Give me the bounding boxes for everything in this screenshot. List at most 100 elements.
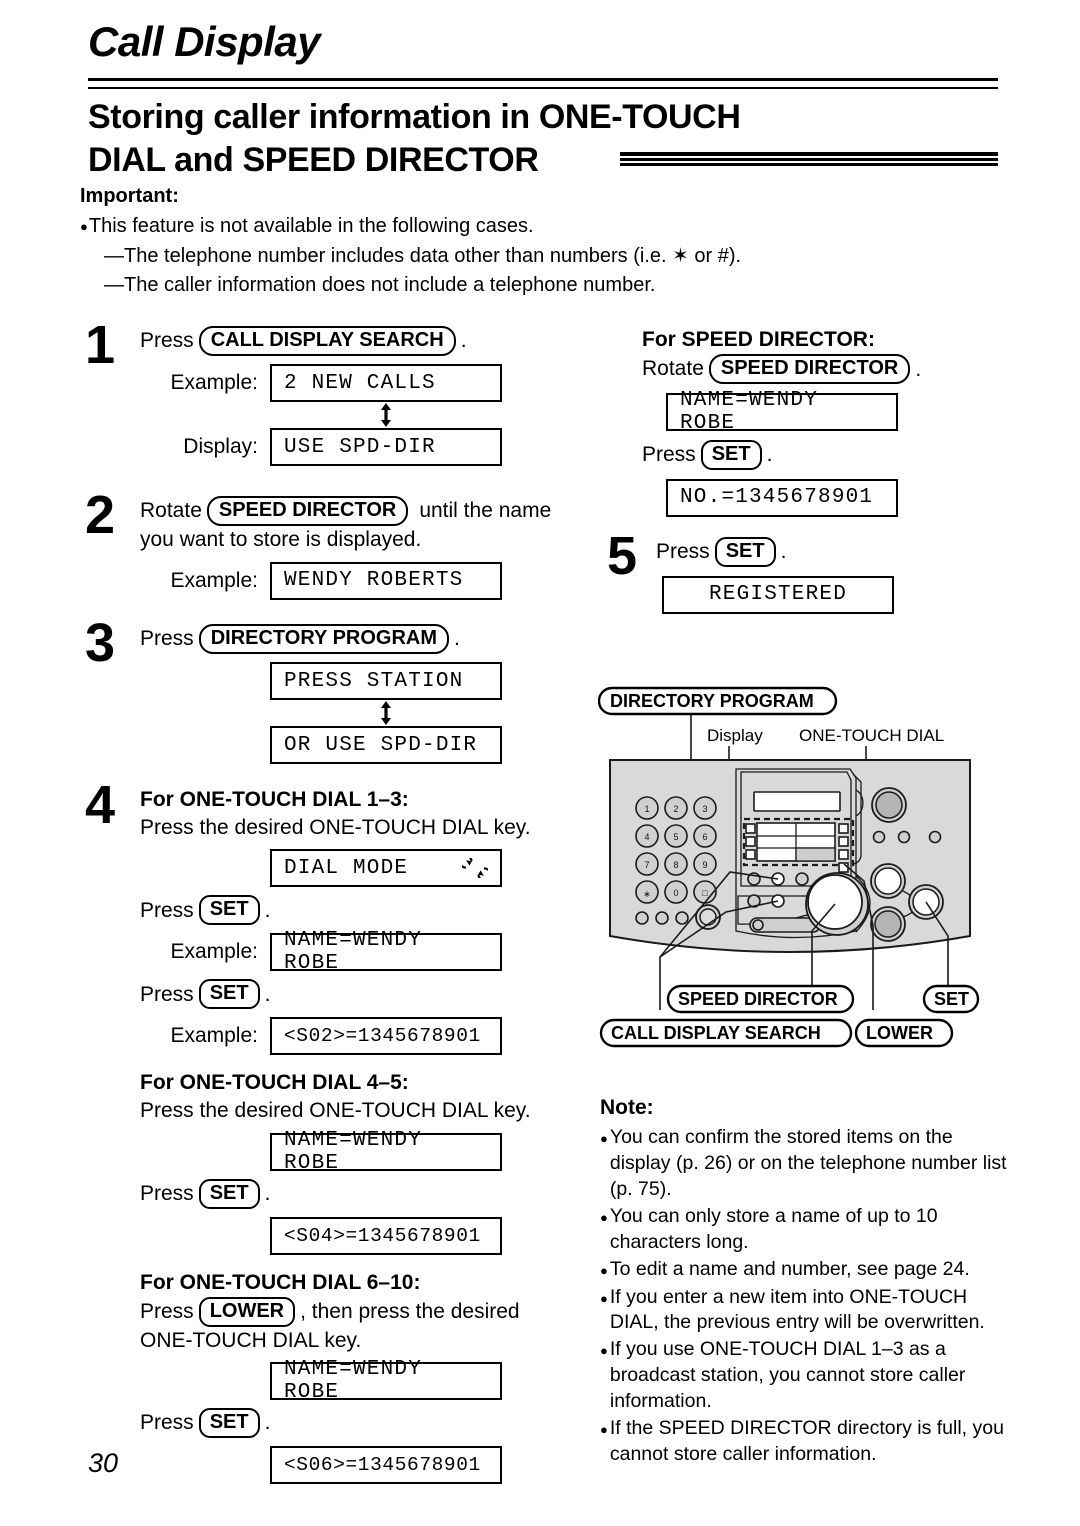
lcd-display-registered: REGISTERED <box>662 575 894 614</box>
key-set[interactable]: SET <box>714 536 776 567</box>
step-4-sub1-text: Press the desired ONE-TOUCH DIAL key. <box>140 815 531 839</box>
period: . <box>264 1411 271 1435</box>
step-4-dialmode-row: DIAL MODE <box>140 849 578 888</box>
svg-text:0: 0 <box>673 888 678 898</box>
step-4-speed-director-block: For SPEED DIRECTOR: Rotate SPEED DIRECTO… <box>642 326 1012 517</box>
lcd-display-name-wendy-1: NAME=WENDY ROBE <box>270 929 502 975</box>
step-2-example-row: Example: WENDY ROBERTS <box>140 561 578 600</box>
bullet-dot-icon: ● <box>600 1209 608 1225</box>
period: . <box>766 442 773 466</box>
period: . <box>264 898 271 922</box>
key-set[interactable]: SET <box>198 1178 260 1209</box>
step-1-display-row: Display: USE SPD-DIR <box>140 428 578 466</box>
display-label: Display: <box>183 435 258 458</box>
step-2-tail: until the name <box>419 499 552 523</box>
step-3-number: 3 <box>84 613 116 673</box>
step-4-sub2-title: For ONE-TOUCH DIAL 4–5: <box>140 1071 409 1095</box>
key-set[interactable]: SET <box>198 1408 260 1439</box>
diagram-label-call-display-search: CALL DISPLAY SEARCH <box>599 1018 853 1048</box>
key-set[interactable]: SET <box>700 439 762 470</box>
one-touch-side-tabs-left <box>745 823 756 860</box>
step-2-number: 2 <box>84 485 116 545</box>
lcd-display-s06-number: <S06>=1345678901 <box>270 1446 502 1485</box>
page-number: 30 <box>88 1448 119 1478</box>
keypad-key: 6 <box>693 824 717 848</box>
step-5-number: 5 <box>606 525 638 586</box>
step-4-press-set-1: Press SET . <box>140 895 578 926</box>
svg-text:SET: SET <box>934 989 969 1009</box>
one-touch-dial-grid <box>756 822 836 862</box>
chapter-rule <box>88 78 998 89</box>
keypad-key: 5 <box>664 824 688 848</box>
keypad-key: 8 <box>664 852 688 876</box>
example-label: Example: <box>170 568 258 592</box>
period: . <box>454 627 460 651</box>
keypad-key: 9 <box>693 852 717 876</box>
step-4-sub1-title: For ONE-TOUCH DIAL 1–3: <box>140 788 409 811</box>
step-4-sub2-text: Press the desired ONE-TOUCH DIAL key. <box>140 1099 531 1123</box>
lcd-display-s02-number: <S02>=1345678901 <box>270 1017 502 1056</box>
step-4-name-row-2: NAME=WENDY ROBE <box>140 1129 578 1175</box>
lcd-display-name-wendy-3: NAME=WENDY ROBE <box>270 1358 502 1404</box>
svg-text:4: 4 <box>644 832 649 842</box>
bullet-dot-icon: ● <box>600 1130 608 1146</box>
step-4: 4 For ONE-TOUCH DIAL 1–3: Press the desi… <box>78 778 578 1485</box>
svg-text:8: 8 <box>673 860 678 870</box>
svg-text:□: □ <box>702 888 708 898</box>
press-word: Press <box>140 1182 194 1206</box>
list-item: ● You can confirm the stored items on the… <box>600 1125 1014 1203</box>
press-word: Press <box>656 539 710 563</box>
svg-text:6: 6 <box>702 832 707 842</box>
step-3: 3 Press DIRECTORY PROGRAM . PRESS STATIO… <box>78 616 578 764</box>
period: . <box>915 358 922 381</box>
step-3-lcd-row-b: OR USE SPD-DIR <box>140 726 578 764</box>
title-decoration-rules <box>620 152 998 170</box>
diagram-label-directory-program: DIRECTORY PROGRAM <box>597 686 838 716</box>
step-4-sub3-tail: , then press the desired <box>300 1299 520 1323</box>
svg-text:DIRECTORY PROGRAM: DIRECTORY PROGRAM <box>610 691 814 711</box>
step-4-press-set-2: Press SET . <box>140 979 578 1010</box>
section-title-line1: Storing caller information in ONE-TOUCH <box>88 98 741 136</box>
key-directory-program[interactable]: DIRECTORY PROGRAM <box>198 624 450 654</box>
note-block: Note: ● You can confirm the stored items … <box>600 1094 1014 1469</box>
list-item: ● If you use ONE-TOUCH DIAL 1–3 as a broa… <box>600 1337 1014 1415</box>
key-speed-director[interactable]: SPEED DIRECTOR <box>206 496 409 526</box>
example-label: Example: <box>170 1024 258 1048</box>
step-1-example-row: Example: 2 NEW CALLS <box>140 364 578 402</box>
step-3-instruction: Press DIRECTORY PROGRAM . <box>140 624 578 654</box>
lcd-display-name-wendy-sd: NAME=WENDY ROBE <box>666 389 898 435</box>
bullet-dot-icon: ● <box>600 1343 608 1359</box>
step-4-sub3-title: For ONE-TOUCH DIAL 6–10: <box>140 1270 421 1294</box>
rotate-speed-director-row: Rotate SPEED DIRECTOR . <box>642 353 1012 384</box>
press-word: Press <box>140 1411 194 1435</box>
rotate-word: Rotate <box>140 499 202 523</box>
period: . <box>780 539 787 563</box>
step-2: 2 Rotate SPEED DIRECTOR until the name y… <box>78 488 578 606</box>
step-5-instruction: Press SET . <box>656 536 1012 567</box>
press-word: Press <box>140 329 194 353</box>
lcd-dial-mode-text: DIAL MODE <box>284 856 409 880</box>
note-item-text: If you enter a new item into ONE-TOUCH D… <box>609 1285 985 1334</box>
diagram-label-speed-director: SPEED DIRECTOR <box>666 984 855 1014</box>
key-set[interactable]: SET <box>198 895 260 926</box>
lcd-display-no-number: NO.=1345678901 <box>666 478 898 517</box>
key-speed-director[interactable]: SPEED DIRECTOR <box>708 353 911 384</box>
important-bullet-text: This feature is not available in the fol… <box>88 214 534 237</box>
key-lower[interactable]: LOWER <box>198 1296 296 1327</box>
period: . <box>264 982 271 1006</box>
diagram-label-set: SET <box>922 984 980 1014</box>
lcd-display-name-wendy-2: NAME=WENDY ROBE <box>270 1129 502 1175</box>
svg-text:SPEED DIRECTOR: SPEED DIRECTOR <box>678 989 838 1009</box>
bullet-dot-icon: ● <box>80 218 88 234</box>
note-heading: Note: <box>600 1096 654 1119</box>
svg-text:LOWER: LOWER <box>866 1023 933 1043</box>
example-label: Example: <box>170 940 258 964</box>
list-item: ● If the SPEED DIRECTOR directory is full… <box>600 1416 1014 1468</box>
key-set[interactable]: SET <box>198 979 260 1010</box>
key-call-display-search[interactable]: CALL DISPLAY SEARCH <box>198 326 456 356</box>
period: . <box>264 1182 271 1206</box>
step-2-instruction-line2: you want to store is displayed. <box>140 528 422 551</box>
step-3-lcd-row-a: PRESS STATION <box>140 662 578 700</box>
step-4-name-row-3: NAME=WENDY ROBE <box>140 1358 578 1404</box>
note-item-text: If you use ONE-TOUCH DIAL 1–3 as a broad… <box>609 1338 966 1413</box>
